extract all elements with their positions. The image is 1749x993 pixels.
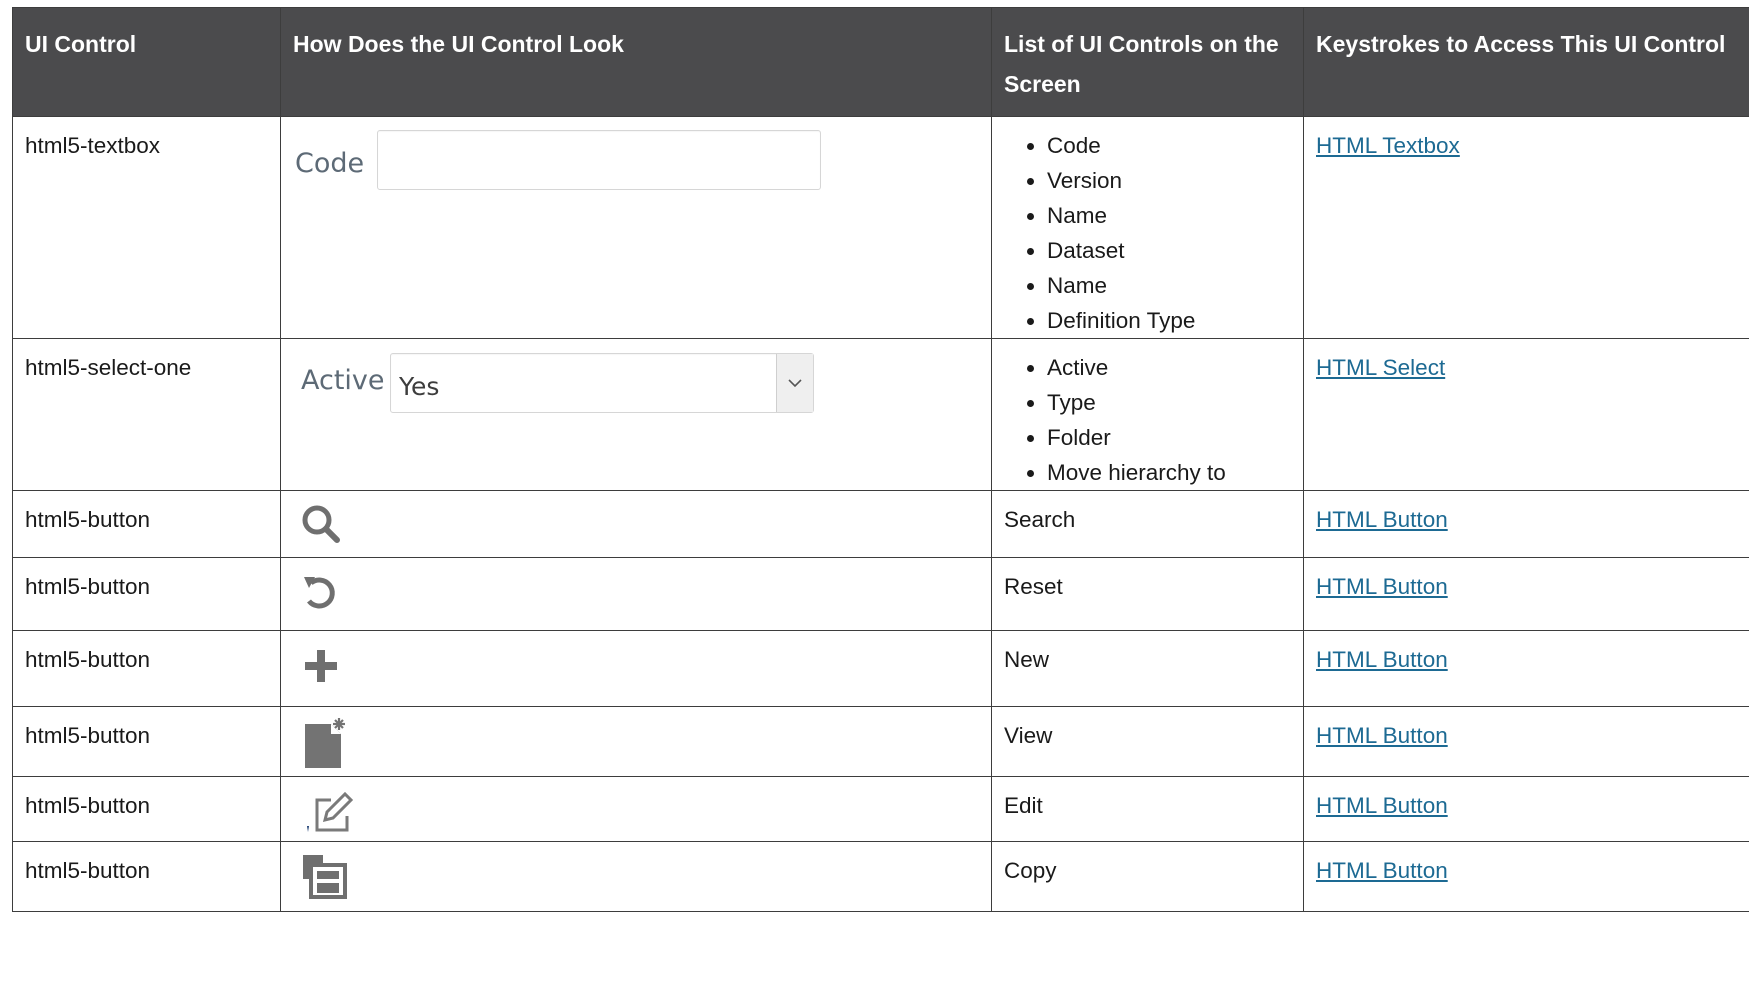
html-button-link[interactable]: HTML Button [1316,858,1448,883]
table-row: html5-button View HTML Button [12,706,1749,780]
keystrokes-cell: HTML Button [1303,776,1749,842]
table-row: html5-button Reset HTML Button [12,557,1749,631]
active-select[interactable]: Yes [390,353,814,413]
controls-list: Active Type Folder Move hierarchy to [1004,350,1291,490]
mock-cell: Active Yes [280,338,992,491]
copy-icon[interactable] [299,851,351,911]
ui-control-cell: html5-button [12,630,281,707]
plus-icon[interactable] [299,644,343,698]
html-button-link[interactable]: HTML Button [1316,793,1448,818]
ui-control-cell: html5-button [12,841,281,912]
keystrokes-cell: HTML Button [1303,490,1749,558]
ui-controls-table: UI Control How Does the UI Control Look … [12,7,1749,912]
controls-list-cell: Active Type Folder Move hierarchy to [991,338,1304,491]
controls-list: Code Version Name Dataset Name Definitio… [1004,128,1291,338]
list-item: Active [1047,350,1291,385]
textbox-mock: Code [293,128,979,338]
chevron-down-icon[interactable] [776,354,813,412]
control-text-cell: Copy [991,841,1304,912]
keystrokes-cell: HTML Button [1303,841,1749,912]
header-row: UI Control How Does the UI Control Look … [12,7,1749,117]
select-mock: Active Yes [293,350,979,490]
table-row: html5-button Edit HTML Button [12,776,1749,842]
html-button-link[interactable]: HTML Button [1316,574,1448,599]
list-item: Name [1047,268,1291,303]
list-item: Move hierarchy to [1047,455,1291,490]
controls-list-cell: Code Version Name Dataset Name Definitio… [991,116,1304,339]
html-button-link[interactable]: HTML Button [1316,723,1448,748]
table-row: html5-textbox Code Code Version Name Dat… [12,116,1749,339]
control-text-cell: Edit [991,776,1304,842]
header-looks: How Does the UI Control Look [280,7,992,117]
list-item: Folder [1047,420,1291,455]
mock-cell [280,490,992,558]
mock-cell [280,841,992,912]
keystrokes-cell: HTML Select [1303,338,1749,491]
ui-control-cell: html5-button [12,557,281,631]
mock-cell: Code [280,116,992,339]
mock-cell [280,706,992,780]
html-select-link[interactable]: HTML Select [1316,355,1445,380]
html-textbox-link[interactable]: HTML Textbox [1316,133,1460,158]
list-item: Version [1047,163,1291,198]
ui-control-cell: html5-button [12,490,281,558]
table-row: html5-button Search HTML Button [12,490,1749,558]
ui-control-cell: html5-textbox [12,116,281,339]
active-label: Active [301,365,385,396]
ui-control-cell: html5-button [12,776,281,842]
keystrokes-cell: HTML Textbox [1303,116,1749,339]
control-text-cell: View [991,706,1304,777]
ui-control-cell: html5-button [12,706,281,777]
keystrokes-cell: HTML Button [1303,630,1749,707]
code-label: Code [295,148,365,179]
header-controls-list: List of UI Controls on the Screen [991,7,1304,117]
search-icon[interactable] [299,502,343,556]
html-button-link[interactable]: HTML Button [1316,507,1448,532]
mock-cell [280,630,992,707]
table-row: html5-button New HTML Button [12,630,1749,707]
select-value: Yes [399,372,440,401]
list-item: Name [1047,198,1291,233]
list-item: Code [1047,128,1291,163]
mock-cell [280,557,992,631]
keystrokes-cell: HTML Button [1303,706,1749,777]
edit-icon[interactable] [303,788,355,846]
control-text-cell: New [991,630,1304,707]
header-ui-control: UI Control [12,7,281,117]
control-text-cell: Reset [991,557,1304,631]
mock-cell [280,776,992,842]
html-button-link[interactable]: HTML Button [1316,647,1448,672]
view-document-icon[interactable] [299,716,349,780]
control-text-cell: Search [991,490,1304,558]
list-item: Dataset [1047,233,1291,268]
list-item: Type [1047,385,1291,420]
reset-icon[interactable] [299,571,343,625]
header-keystrokes: Keystrokes to Access This UI Control [1303,7,1749,117]
code-input[interactable] [377,130,821,190]
list-item: Definition Type [1047,303,1291,338]
table-row: html5-select-one Active Yes Active Type [12,338,1749,491]
ui-control-cell: html5-select-one [12,338,281,491]
keystrokes-cell: HTML Button [1303,557,1749,631]
table-row: html5-button Copy HTML Button [12,841,1749,912]
